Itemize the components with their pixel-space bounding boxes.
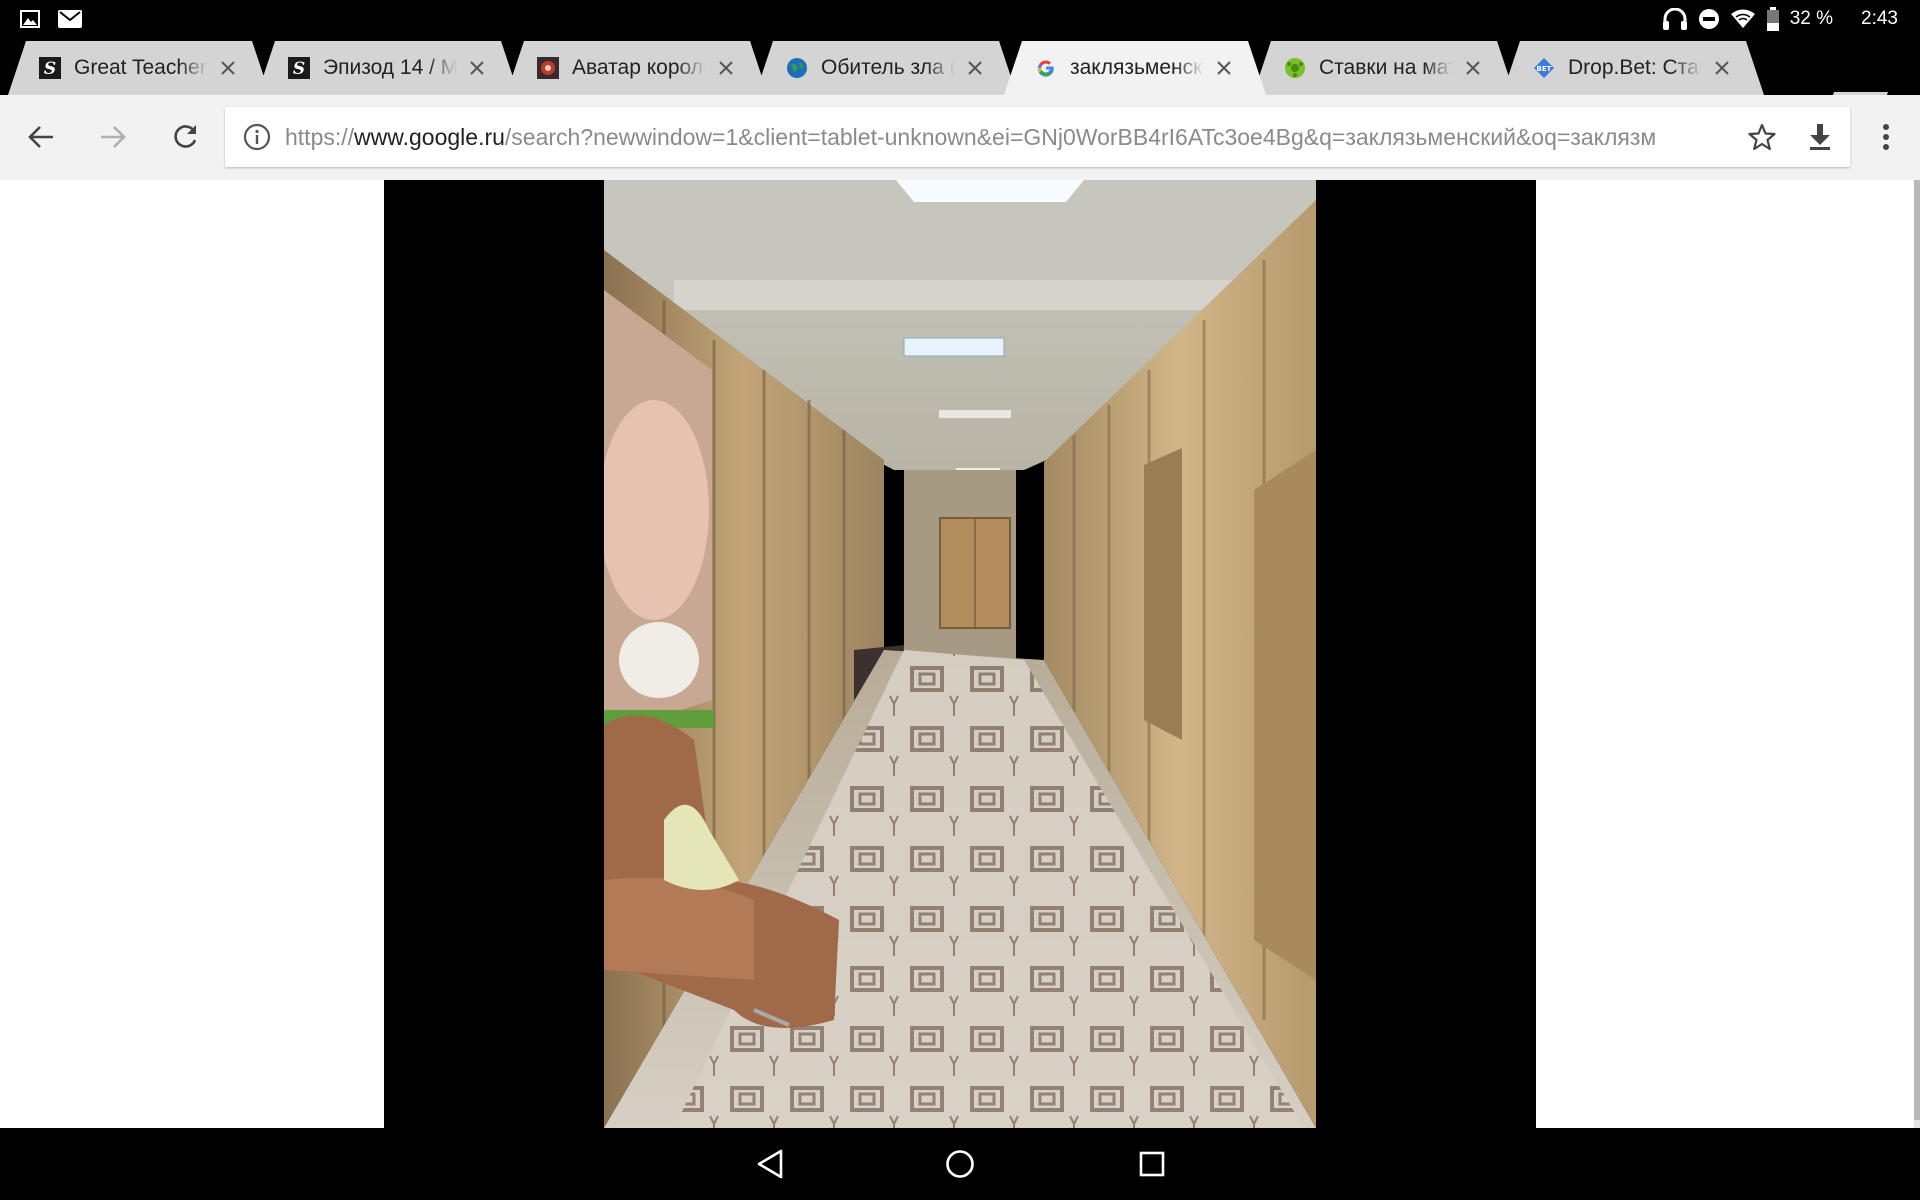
svg-text:BET: BET — [1537, 65, 1552, 73]
s-logo-icon: S — [287, 56, 311, 80]
wifi-icon — [1730, 9, 1756, 29]
tab-title: Ставки на матчи — [1319, 56, 1453, 79]
status-bar: 32 % 2:43 — [0, 0, 1920, 37]
tab-title: Эпизод 14 / Magi — [323, 56, 457, 79]
corridor-photo[interactable] — [604, 180, 1316, 1128]
scrollbar[interactable] — [1914, 180, 1920, 1128]
tab-title: Обитель зла (Resident Evil) — [821, 56, 955, 79]
scrollbar-thumb[interactable] — [1914, 180, 1920, 1120]
s-logo-icon: S — [38, 56, 62, 80]
svg-text:S: S — [44, 59, 56, 79]
reload-icon — [174, 125, 197, 148]
nav-home-icon — [946, 1150, 974, 1178]
nav-recents-button[interactable] — [1128, 1140, 1176, 1188]
close-icon[interactable] — [1710, 56, 1734, 80]
star-icon[interactable] — [1744, 119, 1780, 155]
tab-google-search[interactable]: заклязьменский - Поиск в Google — [1004, 41, 1266, 95]
battery-percent: 32 % — [1789, 7, 1834, 29]
image-icon — [20, 9, 40, 28]
nav-back-button[interactable] — [746, 1140, 794, 1188]
close-icon[interactable] — [963, 56, 987, 80]
nav-home-button[interactable] — [936, 1140, 984, 1188]
do-not-disturb-icon — [1698, 8, 1720, 30]
tab-kings-avatar[interactable]: Аватар короля / The King's Avatar — [506, 41, 768, 95]
avatar-site-icon — [536, 56, 560, 80]
tab-match-bets[interactable]: Ставки на матчи — [1253, 41, 1515, 95]
reload-button[interactable] — [161, 113, 209, 161]
mail-icon — [58, 9, 82, 28]
page-content — [0, 180, 1920, 1128]
tab-dropbet[interactable]: BET Drop.Bet: Ставки на киберспорт — [1502, 41, 1764, 95]
tab-title: заклязьменский - Поиск в Google — [1070, 56, 1204, 79]
nav-back-icon — [757, 1149, 783, 1179]
status-right: 32 % 2:43 — [1662, 6, 1920, 31]
system-nav-bar — [0, 1128, 1920, 1200]
download-icon[interactable] — [1802, 119, 1838, 155]
close-icon[interactable] — [216, 56, 240, 80]
headphones-icon — [1662, 7, 1688, 30]
more-vert-icon — [1883, 124, 1889, 150]
dropbet-icon: BET — [1532, 56, 1556, 80]
svg-text:S: S — [293, 59, 305, 79]
tab-resident-evil[interactable]: Обитель зла (Resident Evil) — [755, 41, 1017, 95]
tab-strip: S Great Teacher Onizuka S Эпизод 14 / Ma… — [0, 37, 1920, 120]
nav-recents-icon — [1139, 1151, 1165, 1177]
menu-button[interactable] — [1862, 113, 1910, 161]
close-icon[interactable] — [1212, 56, 1236, 80]
tab-title: Great Teacher Onizuka — [74, 56, 208, 79]
close-icon[interactable] — [465, 56, 489, 80]
forward-button[interactable] — [89, 113, 137, 161]
tab-episode-14-magi[interactable]: S Эпизод 14 / Magi — [257, 41, 519, 95]
info-icon[interactable] — [239, 119, 275, 155]
globe-icon — [785, 56, 809, 80]
url-text[interactable]: https://www.google.ru/search?newwindow=1… — [285, 107, 1755, 167]
back-button[interactable] — [17, 113, 65, 161]
address-bar[interactable]: https://www.google.ru/search?newwindow=1… — [225, 107, 1850, 167]
green-ball-icon — [1283, 56, 1307, 80]
battery-icon — [1766, 6, 1780, 31]
tab-title: Drop.Bet: Ставки на киберспорт — [1568, 56, 1702, 79]
url-path: /search?newwindow=1&client=tablet-unknow… — [504, 124, 1657, 150]
clock: 2:43 — [1861, 7, 1898, 29]
status-left — [0, 9, 82, 28]
browser-toolbar: https://www.google.ru/search?newwindow=1… — [0, 95, 1920, 181]
close-icon[interactable] — [714, 56, 738, 80]
forward-arrow-icon — [101, 126, 126, 148]
tab-title: Аватар короля / The King's Avatar — [572, 56, 706, 79]
close-icon[interactable] — [1461, 56, 1485, 80]
google-g-icon — [1034, 56, 1058, 80]
tab-great-teacher-onizuka[interactable]: S Great Teacher Onizuka — [8, 41, 270, 95]
url-scheme: https:// — [285, 124, 355, 150]
back-arrow-icon — [28, 126, 53, 148]
url-host: www.google.ru — [354, 124, 505, 150]
